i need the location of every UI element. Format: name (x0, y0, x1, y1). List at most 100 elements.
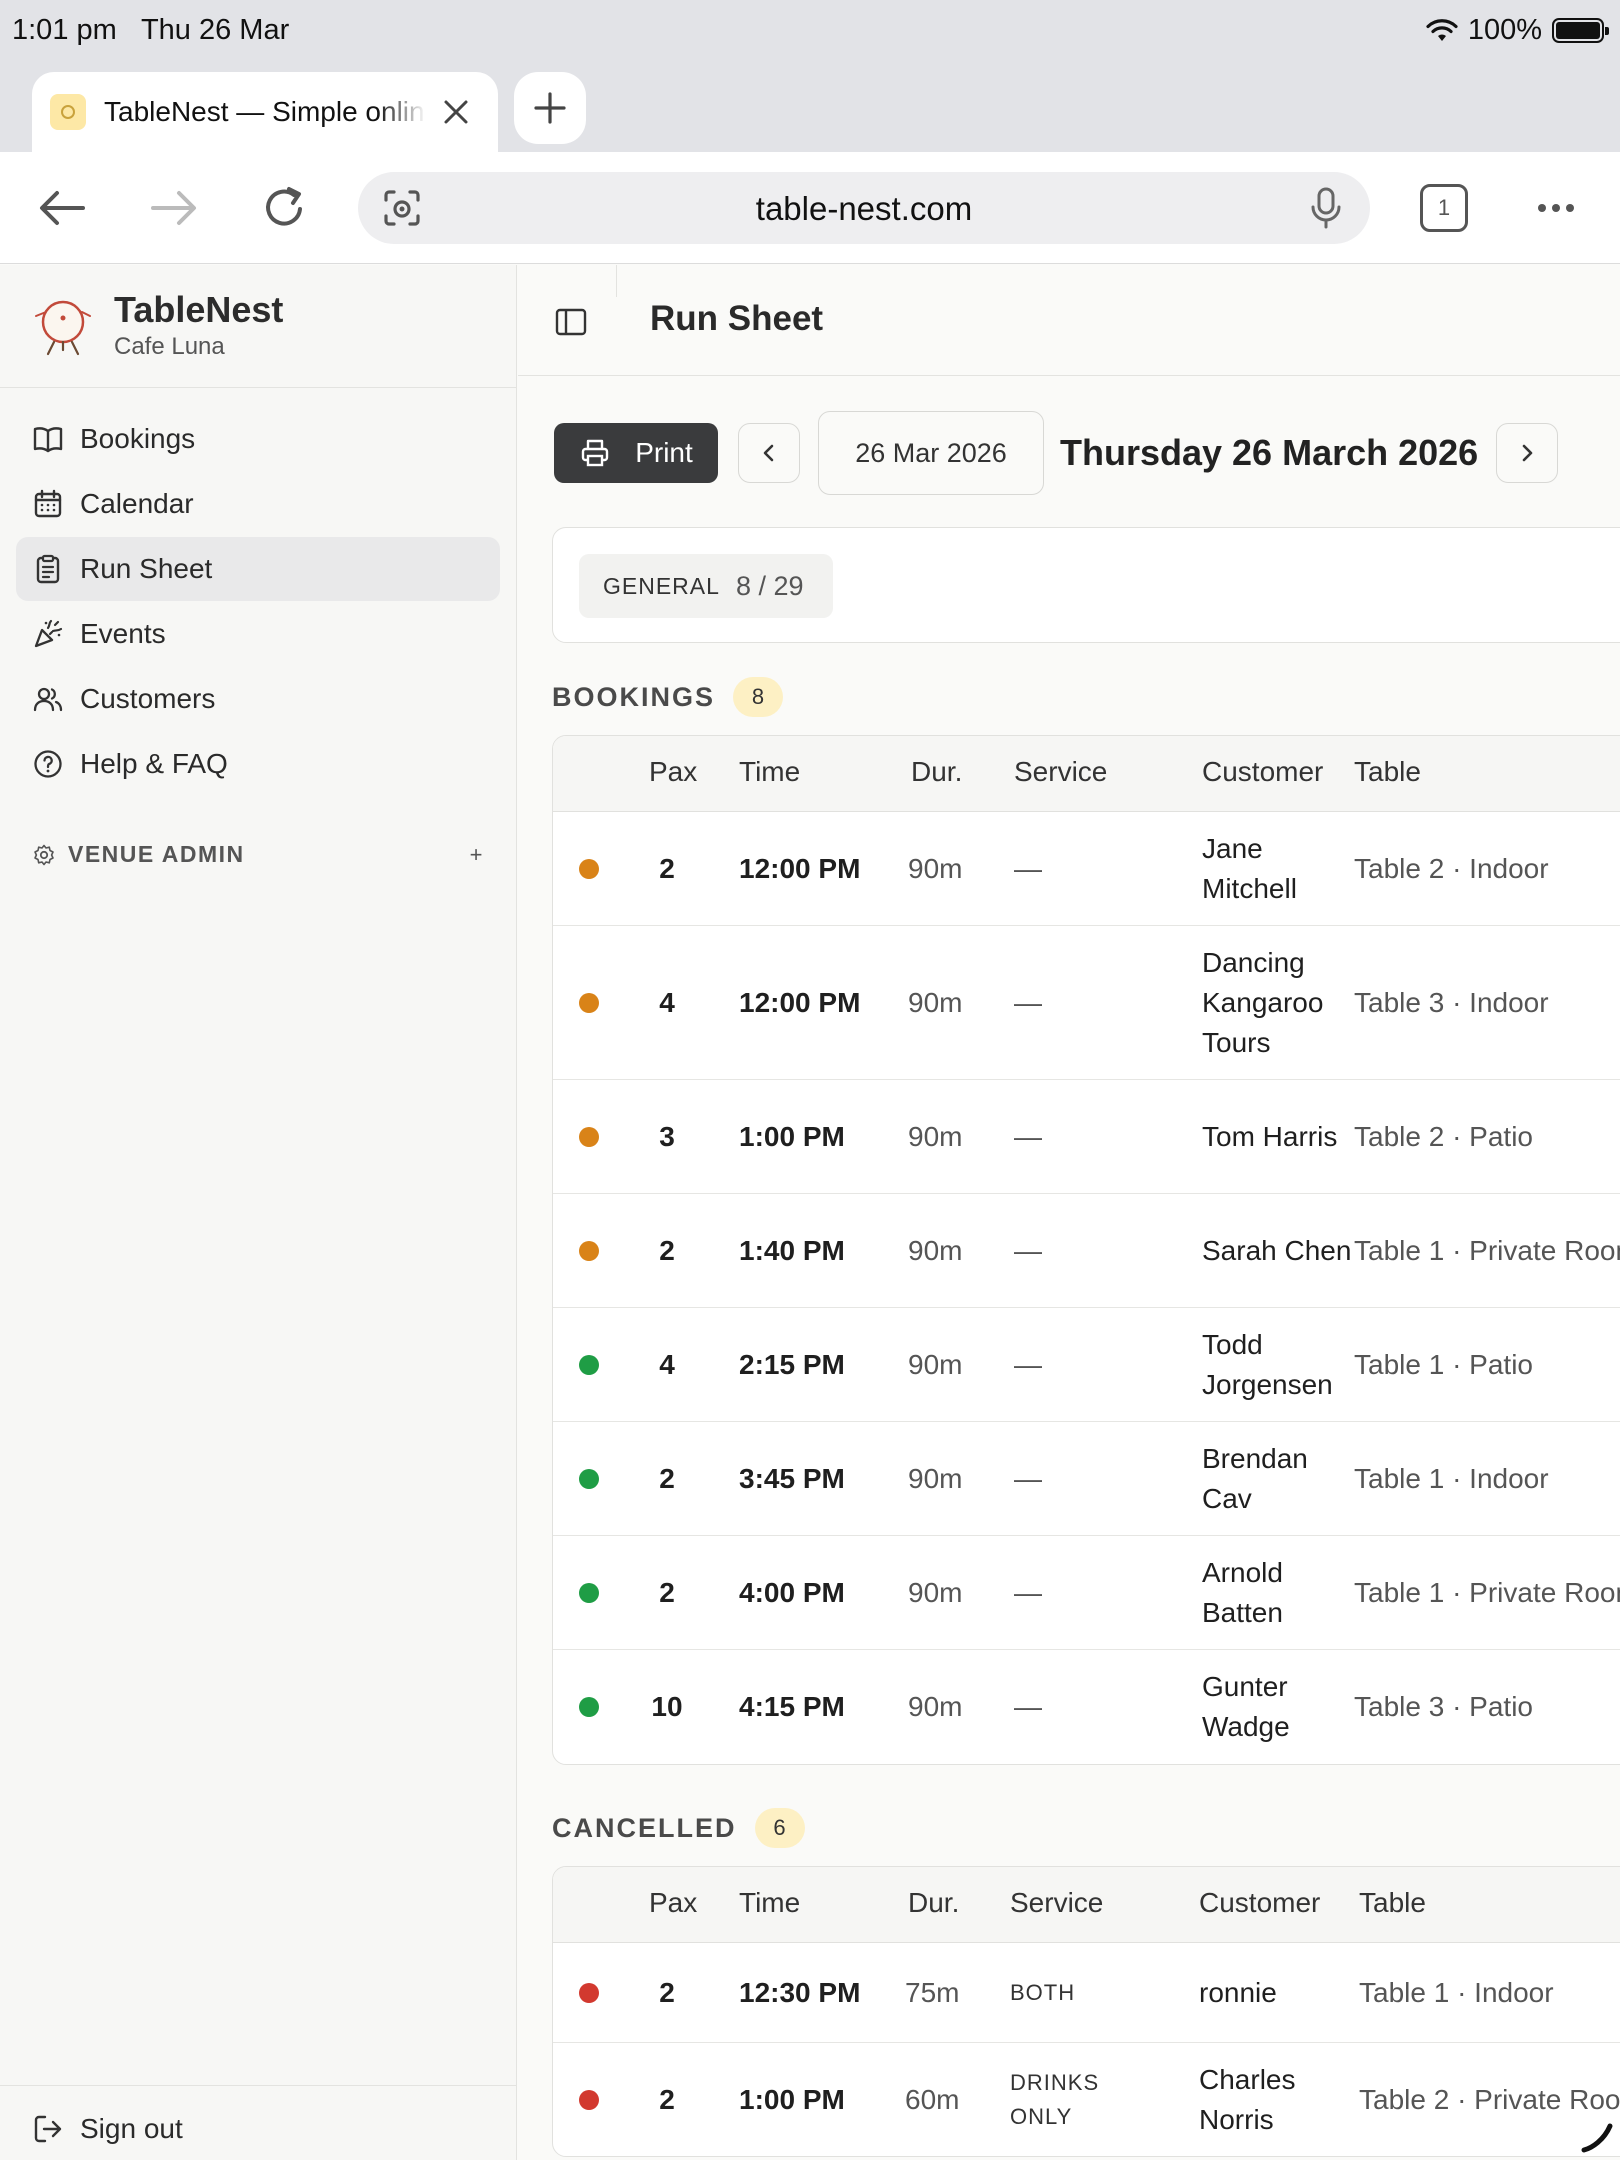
pax-cell: 3 (659, 1120, 675, 1152)
customer-cell: Jane Mitchell (1202, 832, 1297, 904)
chevron-right-icon (1522, 444, 1533, 462)
time-cell: 1:40 PM (739, 1234, 845, 1266)
close-tab-button[interactable] (436, 92, 476, 132)
forward-button[interactable] (144, 178, 204, 238)
column-header-dur[interactable]: Dur. (908, 1887, 959, 1919)
status-dot (579, 1126, 599, 1147)
pax-cell: 10 (651, 1691, 683, 1722)
more-menu-button[interactable] (1526, 178, 1586, 238)
browser-tab[interactable]: TableNest — Simple online reservations (32, 72, 498, 152)
address-bar[interactable]: table-nest.com (358, 172, 1370, 244)
sidebar-item-bookings[interactable]: Bookings (16, 407, 500, 471)
duration-cell: 90m (908, 1234, 963, 1266)
service-cell: — (1014, 986, 1042, 1018)
help-circle-icon (34, 750, 62, 778)
service-cell: — (1014, 1120, 1042, 1152)
sidebar-item-label: Help & FAQ (80, 748, 228, 779)
reload-button[interactable] (254, 178, 314, 238)
time-cell: 4:00 PM (739, 1576, 845, 1608)
column-header-service[interactable]: Service (1014, 756, 1107, 788)
tab-switcher-button[interactable]: 1 (1420, 184, 1468, 232)
sign-out-button[interactable]: Sign out (32, 2113, 183, 2145)
microphone-icon[interactable] (1306, 186, 1346, 230)
table-row[interactable]: 2 1:00 PM 60m DRINKS ONLY Charles Norris Tabl… (553, 2043, 1620, 2156)
status-time: 1:01 pm Thu 26 Mar (12, 14, 289, 47)
table-row[interactable]: 4 2:15 PM 90m — Todd Jorgensen Table 1 · Pati… (553, 1308, 1620, 1422)
cancelled-table: Pax Time Dur. Service Customer Table 2 12:30 PM… (552, 1866, 1620, 2157)
sidebar-item-run-sheet[interactable]: Run Sheet (16, 537, 500, 601)
sidebar-divider (0, 387, 516, 388)
sidebar-item-customers[interactable]: Customers (16, 667, 500, 731)
status-dot (579, 1468, 599, 1489)
table-header: Pax Time Dur. Service Customer Table (553, 736, 1620, 812)
brand-name: TableNest (114, 289, 284, 330)
sidebar-item-calendar[interactable]: Calendar (16, 472, 500, 536)
brand-text: TableNest Cafe Luna (114, 289, 283, 361)
column-header-pax[interactable]: Pax (649, 756, 697, 788)
column-header-customer[interactable]: Customer (1199, 1887, 1320, 1919)
customer-cell: Sarah Chen (1202, 1234, 1352, 1266)
pax-cell: 4 (659, 1348, 675, 1380)
table-row[interactable]: 10 4:15 PM 90m — Gunter Wadge Table 3 · Patio (553, 1650, 1620, 1764)
column-header-table[interactable]: Table (1354, 756, 1421, 788)
sidebar-toggle-icon[interactable] (554, 305, 588, 339)
customer-cell: Gunter Wadge (1202, 1671, 1290, 1742)
log-out-icon (34, 2115, 62, 2143)
status-dot (579, 2089, 599, 2110)
print-label: Print (635, 437, 693, 468)
table-cell: Table 2 · Indoor (1354, 852, 1549, 884)
sidebar-item-label: Calendar (80, 488, 194, 519)
column-header-table[interactable]: Table (1359, 1887, 1426, 1919)
column-header-service[interactable]: Service (1010, 1887, 1103, 1919)
time-cell: 12:30 PM (739, 1976, 861, 2008)
table-row[interactable]: 2 12:00 PM 90m — Jane Mitchell Table 2 · Indo… (553, 812, 1620, 926)
date-picker-input[interactable]: 26 Mar 2026 (818, 411, 1044, 495)
sidebar: TableNest Cafe Luna Bookings Calendar Ru… (0, 265, 517, 2160)
service-cell: — (1014, 852, 1042, 884)
table-row[interactable]: 2 3:45 PM 90m — Brendan Cav Table 1 · Indoor (553, 1422, 1620, 1536)
print-button[interactable]: Print (554, 423, 718, 483)
sidebar-item-events[interactable]: Events (16, 602, 500, 666)
status-dot (579, 1582, 599, 1603)
pax-cell: 2 (659, 1462, 675, 1494)
service-chip-general[interactable]: GENERAL 8 / 29 (579, 554, 833, 618)
table-cell: Table 1 · Private Room (1354, 1234, 1620, 1266)
customer-cell: Charles Norris (1199, 2063, 1296, 2135)
column-header-pax[interactable]: Pax (649, 1887, 697, 1919)
duration-cell: 90m (908, 986, 963, 1018)
duration-cell: 90m (908, 1120, 963, 1152)
next-day-button[interactable] (1496, 423, 1559, 483)
duration-cell: 90m (908, 1691, 963, 1722)
customer-cell: Arnold Batten (1202, 1556, 1283, 1628)
sidebar-item-help[interactable]: Help & FAQ (16, 732, 500, 796)
table-cell: Table 3 · Indoor (1354, 986, 1549, 1018)
status-dot (579, 1354, 599, 1375)
service-covers: 8 / 29 (735, 570, 804, 601)
column-header-dur[interactable]: Dur. (911, 756, 962, 788)
pax-cell: 2 (659, 1234, 675, 1266)
table-row[interactable]: 2 1:40 PM 90m — Sarah Chen Table 1 · Private … (553, 1194, 1620, 1308)
pax-cell: 2 (659, 1976, 675, 2008)
clipboard-icon (36, 554, 60, 584)
column-header-customer[interactable]: Customer (1202, 756, 1323, 788)
previous-day-button[interactable] (738, 423, 800, 483)
table-row[interactable]: 2 4:00 PM 90m — Arnold Batten Table 1 · Priva… (553, 1536, 1620, 1650)
table-row[interactable]: 3 1:00 PM 90m — Tom Harris Table 2 · Patio (553, 1080, 1620, 1194)
duration-cell: 90m (908, 1576, 963, 1608)
venue-admin-toggle[interactable]: VENUE ADMIN + (32, 841, 484, 868)
time-cell: 12:00 PM (739, 852, 861, 884)
close-icon (444, 100, 468, 124)
duration-cell: 75m (905, 1976, 960, 2008)
chevron-left-icon (763, 444, 774, 462)
table-row[interactable]: 2 12:30 PM 75m BOTH ronnie Table 1 · Indoor (553, 1943, 1620, 2043)
column-header-time[interactable]: Time (739, 756, 800, 788)
table-row[interactable]: 4 12:00 PM 90m — Dancing Kangaroo Tours Table… (553, 926, 1620, 1080)
brand[interactable]: TableNest Cafe Luna (30, 289, 283, 361)
back-button[interactable] (32, 178, 92, 238)
column-header-time[interactable]: Time (739, 1887, 800, 1919)
gear-icon (34, 844, 54, 865)
duration-cell: 90m (908, 1348, 963, 1380)
sidebar-nav: Bookings Calendar Run Sheet Events Custo… (16, 407, 500, 797)
table-cell: Table 1 · Private Room (1354, 1576, 1620, 1608)
new-tab-button[interactable] (514, 72, 586, 144)
